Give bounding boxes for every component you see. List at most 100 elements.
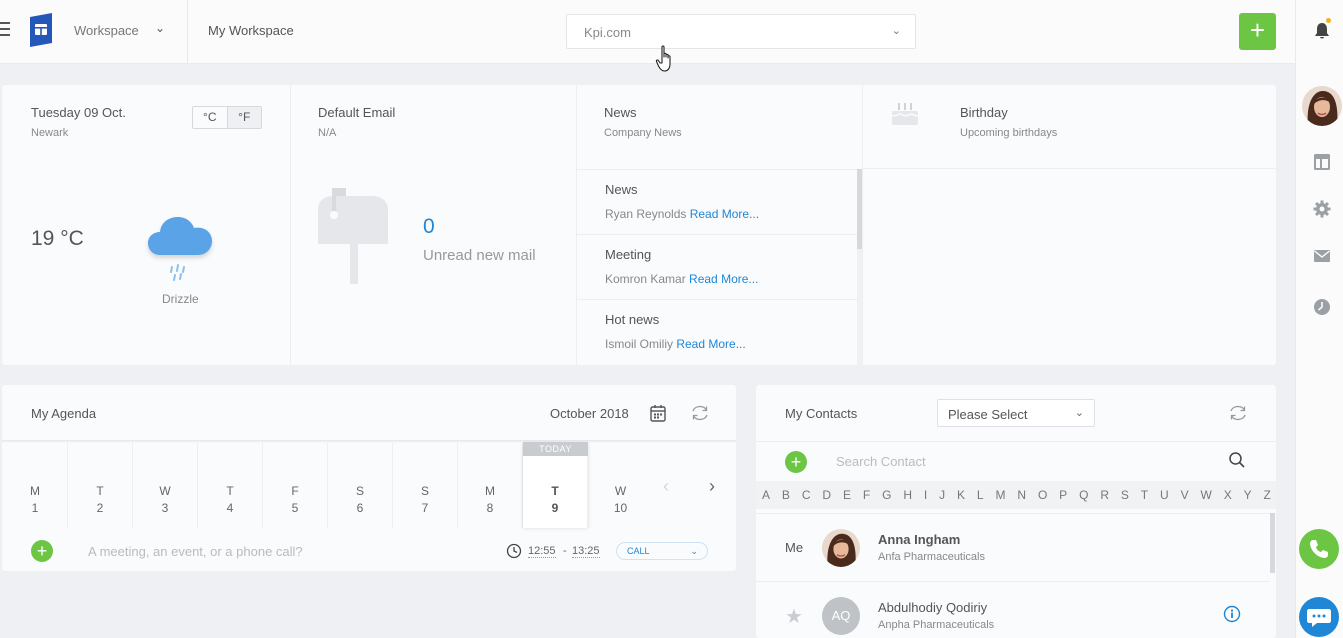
app-logo[interactable] <box>26 13 56 47</box>
news-item[interactable]: News Ryan Reynolds Read More... <box>577 169 858 234</box>
alphabet-letter[interactable]: I <box>924 481 927 509</box>
drizzle-icon <box>148 217 212 281</box>
day-cell[interactable]: M1 <box>3 443 68 528</box>
temperature: 19 °C <box>31 227 84 250</box>
news-item-title: Meeting <box>605 247 652 262</box>
news-item[interactable]: Hot news Ismoil Omiliy Read More... <box>577 299 858 364</box>
user-avatar[interactable] <box>1302 86 1342 126</box>
add-contact-button[interactable]: + <box>785 451 807 473</box>
mail-icon[interactable] <box>1313 247 1331 265</box>
workspace-selector[interactable]: Workspace <box>74 23 139 38</box>
menu-icon[interactable] <box>0 22 10 38</box>
alphabet-letter[interactable]: B <box>782 481 790 509</box>
contact-filter-select[interactable]: Please Select ⌄ <box>937 399 1095 427</box>
weather-city: Newark <box>31 127 69 139</box>
day-cell[interactable]: W3 <box>133 443 198 528</box>
alphabet-letter[interactable]: M <box>995 481 1005 509</box>
alphabet-letter[interactable]: Q <box>1079 481 1088 509</box>
read-more-link[interactable]: Read More... <box>676 337 745 351</box>
refresh-icon[interactable] <box>691 404 709 422</box>
chevron-down-icon[interactable]: ⌄ <box>155 21 165 35</box>
chevron-right-icon[interactable]: › <box>709 476 715 497</box>
alphabet-letter[interactable]: L <box>977 481 984 509</box>
layout-icon[interactable] <box>1313 153 1331 171</box>
avatar <box>822 529 860 567</box>
call-button[interactable] <box>1299 529 1339 569</box>
domain-select[interactable]: Kpi.com ⌄ <box>566 14 916 49</box>
event-input[interactable]: A meeting, an event, or a phone call? <box>88 544 303 559</box>
day-cell[interactable]: F5 <box>263 443 328 528</box>
contacts-card: My Contacts Please Select ⌄ + Search Con… <box>756 385 1276 638</box>
event-type-value: CALL <box>627 546 650 556</box>
day-number: 3 <box>161 501 169 515</box>
alphabet-letter[interactable]: C <box>802 481 811 509</box>
day-number: 10 <box>613 501 628 515</box>
alphabet-letter[interactable]: N <box>1017 481 1026 509</box>
contact-row[interactable]: Me Anna Ingham Anfa Pharmaceuticals <box>756 513 1270 581</box>
chevron-left-icon[interactable]: ‹ <box>663 476 669 497</box>
phone-icon <box>1310 540 1328 558</box>
day-number: 1 <box>31 501 39 515</box>
day-cell[interactable]: T2 <box>68 443 133 528</box>
add-button[interactable]: + <box>1239 13 1276 50</box>
alphabet-letter[interactable]: K <box>957 481 965 509</box>
contact-filter-value: Please Select <box>948 407 1028 422</box>
alphabet-letter[interactable]: J <box>939 481 945 509</box>
day-cell[interactable]: W 10 <box>588 443 653 528</box>
read-more-link[interactable]: Read More... <box>689 272 758 286</box>
contact-row[interactable]: ★ AQ Abdulhodiy Qodiriy Anpha Pharmaceut… <box>756 581 1270 638</box>
news-item[interactable]: Meeting Komron Kamar Read More... <box>577 234 858 299</box>
read-more-link[interactable]: Read More... <box>690 207 759 221</box>
refresh-icon[interactable] <box>1229 404 1247 422</box>
alphabet-letter[interactable]: Y <box>1244 481 1252 509</box>
news-item-author: Komron Kamar <box>605 272 686 286</box>
alphabet-letter[interactable]: H <box>903 481 912 509</box>
contact-name[interactable]: Abdulhodiy Qodiriy <box>878 600 987 615</box>
alphabet-letter[interactable]: T <box>1141 481 1148 509</box>
alphabet-letter[interactable]: R <box>1100 481 1109 509</box>
me-label: Me <box>785 540 804 555</box>
day-cell[interactable]: T4 <box>198 443 263 528</box>
alphabet-letter[interactable]: O <box>1038 481 1047 509</box>
alphabet-letter[interactable]: F <box>863 481 870 509</box>
day-number: 7 <box>421 501 429 515</box>
alphabet-letter[interactable]: G <box>882 481 891 509</box>
day-cell[interactable]: M8 <box>458 443 523 528</box>
alphabet-letter[interactable]: A <box>762 481 770 509</box>
day-letter: T <box>96 484 104 498</box>
alphabet-letter[interactable]: Z <box>1264 481 1271 509</box>
contact-company: Anfa Pharmaceuticals <box>878 551 985 563</box>
alphabet-letter[interactable]: E <box>843 481 851 509</box>
day-cell[interactable]: S6 <box>328 443 393 528</box>
unit-celsius[interactable]: °C <box>193 107 227 128</box>
start-time[interactable]: 12:55 <box>528 545 556 558</box>
unit-toggle[interactable]: °C °F <box>192 106 262 129</box>
alphabet-letter[interactable]: S <box>1121 481 1129 509</box>
calendar-icon[interactable] <box>650 404 666 422</box>
contacts-scrollbar[interactable] <box>1270 513 1275 573</box>
day-cell[interactable]: S7 <box>393 443 458 528</box>
unread-count[interactable]: 0 <box>423 215 435 239</box>
contact-name[interactable]: Anna Ingham <box>878 532 960 547</box>
add-event-button[interactable]: + <box>31 540 53 562</box>
contact-search-input[interactable]: Search Contact <box>836 454 926 469</box>
info-icon[interactable] <box>1223 605 1241 623</box>
star-icon[interactable]: ★ <box>785 604 803 629</box>
alphabet-letter[interactable]: D <box>822 481 831 509</box>
agenda-month: October 2018 <box>550 406 629 421</box>
event-type-select[interactable]: CALL ⌄ <box>616 542 708 560</box>
alphabet-letter[interactable]: V <box>1181 481 1189 509</box>
bell-icon[interactable] <box>1314 22 1330 40</box>
chat-button[interactable] <box>1299 597 1339 637</box>
search-icon[interactable] <box>1228 451 1246 469</box>
alphabet-letter[interactable]: P <box>1059 481 1067 509</box>
alphabet-letter[interactable]: U <box>1160 481 1169 509</box>
end-time[interactable]: 13:25 <box>572 545 600 558</box>
alphabet-letter[interactable]: W <box>1200 481 1211 509</box>
unit-fahrenheit[interactable]: °F <box>226 107 261 128</box>
clock-icon[interactable] <box>1313 298 1331 316</box>
contact-company: Anpha Pharmaceuticals <box>878 619 995 631</box>
gear-icon[interactable] <box>1313 200 1331 218</box>
divider <box>290 85 291 365</box>
alphabet-letter[interactable]: X <box>1224 481 1232 509</box>
